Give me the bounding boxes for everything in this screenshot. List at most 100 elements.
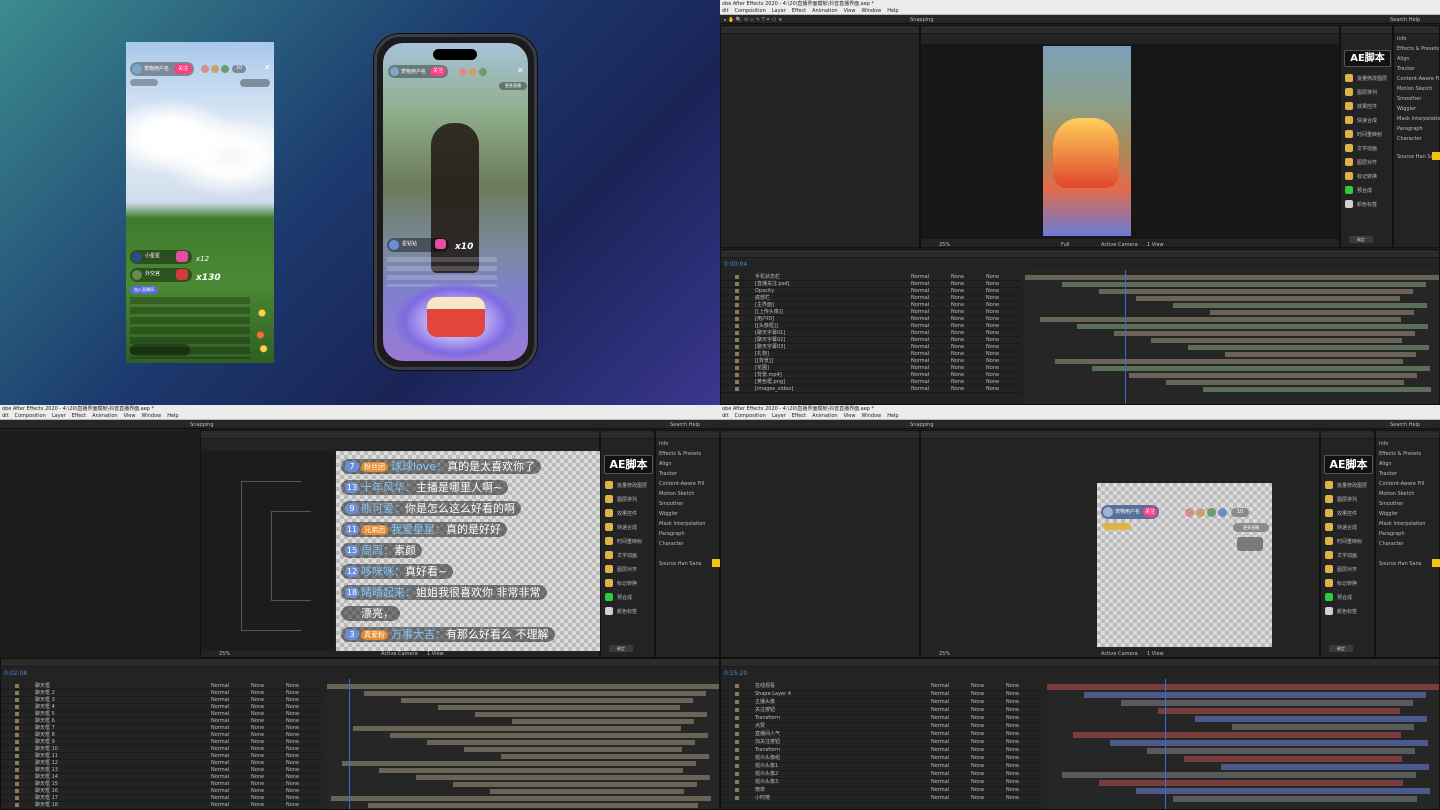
panel-tab[interactable]: Align [1397, 56, 1410, 62]
layer-label-color[interactable] [735, 700, 739, 704]
layer-parent[interactable]: None [286, 767, 299, 773]
layer-mode[interactable]: Normal [211, 725, 229, 731]
fill-swatch[interactable] [1432, 152, 1440, 160]
more-live-pill[interactable] [240, 79, 270, 87]
layer-mode[interactable]: Normal [211, 683, 229, 689]
layer-mode[interactable]: Normal [931, 747, 949, 753]
layer-label-color[interactable] [735, 748, 739, 752]
layer-row[interactable]: [[头像框]] Normal None None [721, 323, 1021, 330]
layer-parent[interactable]: None [1006, 723, 1019, 729]
layer-row[interactable]: 聊天框 15 Normal None None [1, 781, 321, 788]
layer-duration-bar[interactable] [1055, 359, 1403, 364]
layer-trkmat[interactable]: None [251, 788, 264, 794]
layer-trkmat[interactable]: None [251, 760, 264, 766]
follow-button[interactable]: 关注 [430, 67, 446, 76]
layer-mode[interactable]: Normal [931, 707, 949, 713]
panel-tab[interactable]: Paragraph [1379, 531, 1405, 537]
layer-parent[interactable]: None [286, 704, 299, 710]
layer-mode[interactable]: Normal [211, 746, 229, 752]
layer-parent[interactable]: None [1006, 691, 1019, 697]
layer-mode[interactable]: Normal [931, 755, 949, 761]
layer-label-color[interactable] [735, 788, 739, 792]
layer-label-color[interactable] [15, 698, 19, 702]
layer-parent[interactable]: None [1006, 787, 1019, 793]
snapping-toggle[interactable]: Snapping [910, 422, 934, 428]
plugin-item[interactable]: 预合成 [1325, 591, 1372, 603]
layer-duration-bar[interactable] [379, 768, 683, 773]
layer-parent[interactable]: None [1006, 683, 1019, 689]
plugin-item[interactable]: 时间重映射 [1345, 128, 1390, 140]
panel-tab[interactable]: Smoother [1397, 96, 1421, 102]
layer-duration-bar[interactable] [1114, 331, 1415, 336]
hourly-rank-pill[interactable] [130, 79, 158, 86]
layer-row[interactable]: 主播头像 Normal None None [721, 699, 1041, 707]
layer-label-color[interactable] [15, 803, 19, 807]
layer-label-color[interactable] [735, 310, 739, 314]
camera-select[interactable]: Active Camera [381, 651, 418, 657]
layer-row[interactable]: [黄色框.png] Normal None None [721, 379, 1021, 386]
layer-parent[interactable]: None [1006, 747, 1019, 753]
layer-label-color[interactable] [15, 768, 19, 772]
timecode[interactable]: 0:02:08 [4, 671, 27, 677]
views-select[interactable]: 1 View [427, 651, 444, 657]
layer-parent[interactable]: None [1006, 755, 1019, 761]
layer-duration-bar[interactable] [1084, 692, 1426, 698]
layer-duration-bar[interactable] [1188, 345, 1429, 350]
layer-duration-bar[interactable] [1110, 740, 1428, 746]
search-help-field[interactable]: Search Help [670, 422, 700, 428]
layer-mode[interactable]: Normal [931, 787, 949, 793]
panel-tab[interactable]: Mask Interpolation [659, 521, 705, 527]
layer-label-color[interactable] [735, 780, 739, 784]
menu-view[interactable]: View [844, 413, 856, 419]
layer-mode[interactable]: Normal [211, 767, 229, 773]
layer-duration-bar[interactable] [1147, 748, 1415, 754]
layer-mode[interactable]: Normal [931, 723, 949, 729]
layer-trkmat[interactable]: None [971, 755, 984, 761]
layer-trkmat[interactable]: None [971, 723, 984, 729]
layer-trkmat[interactable]: None [971, 779, 984, 785]
layer-duration-bar[interactable] [401, 698, 693, 703]
layer-label-color[interactable] [735, 796, 739, 800]
streamer-avatar[interactable] [390, 67, 399, 76]
layer-mode[interactable]: Normal [911, 281, 929, 287]
layer-label-color[interactable] [735, 756, 739, 760]
layer-label-color[interactable] [735, 296, 739, 300]
layer-parent[interactable]: None [1006, 795, 1019, 801]
layer-parent[interactable]: None [986, 295, 999, 301]
plugin-item[interactable]: 快速合成 [1345, 114, 1390, 126]
menu-animation[interactable]: Animation [812, 413, 838, 419]
menu-view[interactable]: View [844, 8, 856, 14]
layer-row[interactable]: 聊天框 2 Normal None None [1, 690, 321, 697]
layer-duration-bar[interactable] [1073, 732, 1401, 738]
layer-duration-bar[interactable] [368, 803, 698, 808]
layer-parent[interactable]: None [986, 288, 999, 294]
layer-trkmat[interactable]: None [251, 795, 264, 801]
layer-mode[interactable]: Normal [931, 795, 949, 801]
layer-label-color[interactable] [735, 380, 739, 384]
layer-duration-bar[interactable] [1062, 282, 1426, 287]
layer-parent[interactable]: None [986, 337, 999, 343]
menu-layer[interactable]: Layer [772, 8, 786, 14]
layer-duration-bar[interactable] [1136, 296, 1400, 301]
layer-duration-bar[interactable] [1166, 380, 1404, 385]
layer-mode[interactable]: Normal [211, 739, 229, 745]
layer-trkmat[interactable]: None [951, 372, 964, 378]
layer-duration-bar[interactable] [1225, 352, 1416, 357]
layer-duration-bar[interactable] [1221, 764, 1429, 770]
layer-row[interactable]: [聊天字幕02] Normal None None [721, 337, 1021, 344]
timecode[interactable]: 0:00:04 [724, 262, 747, 268]
layer-trkmat[interactable]: None [951, 337, 964, 343]
layer-mode[interactable]: Normal [211, 697, 229, 703]
plugin-item[interactable]: 预合成 [605, 591, 652, 603]
fill-swatch[interactable] [712, 559, 720, 567]
layer-mode[interactable]: Normal [911, 358, 929, 364]
camera-select[interactable]: Active Camera [1101, 242, 1138, 248]
layer-duration-bar[interactable] [331, 796, 711, 801]
layer-label-color[interactable] [735, 684, 739, 688]
layer-parent[interactable]: None [286, 795, 299, 801]
zoom-level[interactable]: 25% [939, 242, 950, 248]
layer-row[interactable]: 聊天框 6 Normal None None [1, 718, 321, 725]
layer-row[interactable]: Transform Normal None None [721, 747, 1041, 755]
layer-label-color[interactable] [15, 782, 19, 786]
layer-row[interactable]: 聊天框 16 Normal None None [1, 788, 321, 795]
